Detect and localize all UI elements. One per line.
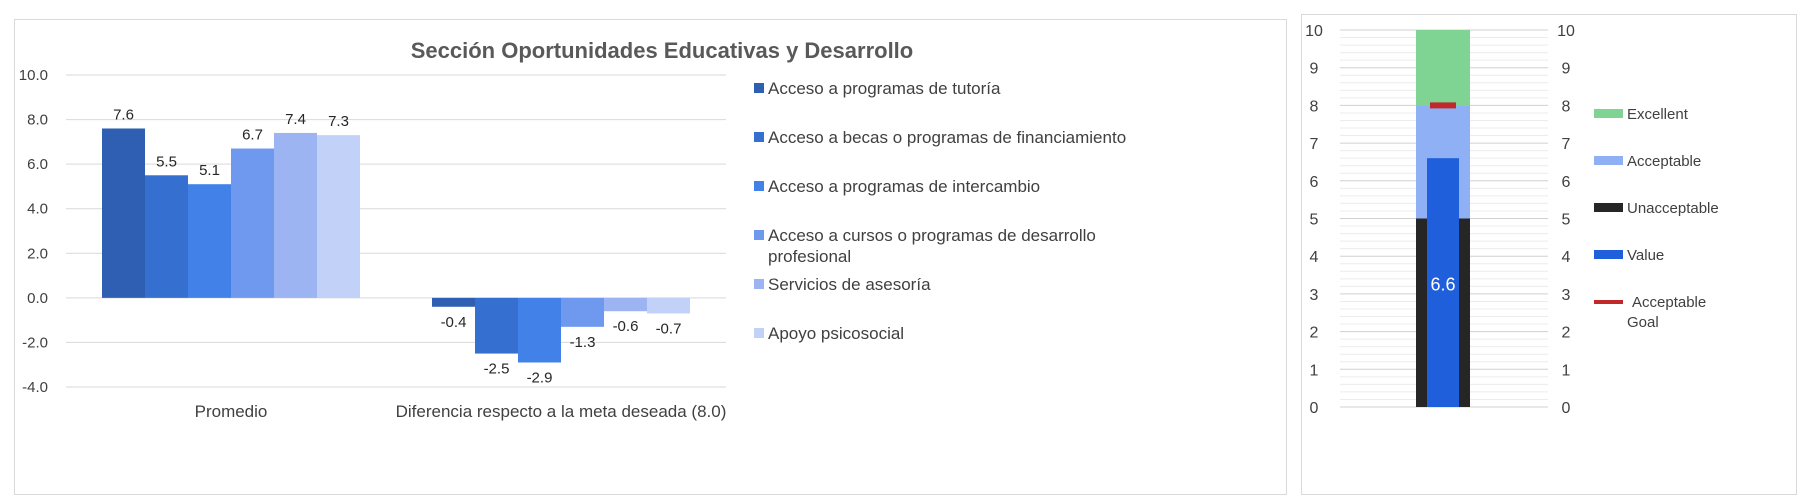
legend-swatch bbox=[754, 328, 764, 338]
y-tick-label-right: 1 bbox=[1562, 362, 1571, 379]
y-tick-label: 0.0 bbox=[27, 290, 48, 307]
legend-swatch bbox=[754, 279, 764, 289]
goal-marker bbox=[1430, 102, 1456, 109]
data-label: 7.6 bbox=[113, 106, 134, 123]
bullet-legend: Excellent Acceptable Unacceptable Value Acce… bbox=[1594, 106, 1719, 331]
y-tick-label-left: 4 bbox=[1310, 249, 1319, 266]
legend-label: Excellent bbox=[1627, 106, 1689, 123]
bar bbox=[432, 297, 475, 307]
y-tick-label-left: 1 bbox=[1310, 362, 1319, 379]
main-bars bbox=[102, 128, 690, 363]
main-y-axis: -4.0 -2.0 0.0 2.0 4.0 6.0 8.0 10.0 bbox=[19, 67, 48, 396]
data-label: -0.7 bbox=[656, 320, 682, 337]
legend-swatch bbox=[754, 230, 764, 240]
x-category-label: Promedio bbox=[195, 402, 268, 421]
main-chart-panel: Sección Oportunidades Educativas y Desar… bbox=[14, 19, 1287, 495]
legend-swatch bbox=[1594, 250, 1623, 259]
legend-swatch bbox=[754, 181, 764, 191]
legend-swatch bbox=[1594, 156, 1623, 165]
legend-label: Acceptable bbox=[1627, 153, 1701, 170]
bar bbox=[604, 297, 647, 312]
legend-swatch bbox=[1594, 109, 1623, 118]
y-tick-label-right: 3 bbox=[1562, 287, 1571, 304]
y-tick-label: -2.0 bbox=[22, 334, 48, 351]
bar bbox=[274, 132, 317, 298]
chart-title: Sección Oportunidades Educativas y Desar… bbox=[411, 38, 914, 63]
y-tick-label-left: 5 bbox=[1310, 212, 1319, 229]
data-label: -2.5 bbox=[484, 361, 510, 378]
legend-label: Acceptable bbox=[1632, 294, 1706, 311]
data-label: 6.7 bbox=[242, 127, 263, 144]
bar bbox=[188, 184, 231, 298]
y-tick-label-right: 5 bbox=[1562, 212, 1571, 229]
legend-label: Acceso a becas o programas de financiami… bbox=[768, 128, 1126, 147]
legend-label: Acceso a cursos o programas de desarroll… bbox=[768, 226, 1096, 245]
y-tick-label-left: 6 bbox=[1310, 174, 1319, 191]
data-label: 7.4 bbox=[285, 111, 306, 128]
x-category-label: Diferencia respecto a la meta deseada (8… bbox=[396, 402, 727, 421]
bar bbox=[518, 297, 561, 363]
y-tick-label-right: 4 bbox=[1562, 249, 1571, 266]
y-tick-label: -4.0 bbox=[22, 379, 48, 396]
y-tick-label-left: 2 bbox=[1310, 325, 1319, 342]
y-tick-label-left: 7 bbox=[1310, 136, 1319, 153]
legend-label: Value bbox=[1627, 247, 1664, 264]
y-tick-label-left: 3 bbox=[1310, 287, 1319, 304]
y-tick-label-right: 2 bbox=[1562, 325, 1571, 342]
main-chart-svg: Sección Oportunidades Educativas y Desar… bbox=[19, 38, 1126, 421]
bar bbox=[231, 148, 274, 298]
y-tick-label: 8.0 bbox=[27, 112, 48, 129]
y-tick-label: 2.0 bbox=[27, 245, 48, 262]
bar bbox=[317, 135, 360, 298]
bullet-bars: 6.6 bbox=[1416, 30, 1470, 407]
main-x-axis: Promedio Diferencia respecto a la meta de… bbox=[195, 402, 727, 421]
bullet-chart-svg: 6.6 0 0 1 1 2 2 3 3 4 4 5 5 6 6 7 7 8 8 9 9 10 10 Excellent Ac… bbox=[1305, 23, 1719, 417]
y-tick-label-left: 9 bbox=[1310, 61, 1319, 78]
bar bbox=[475, 297, 518, 354]
y-tick-label-left: 10 bbox=[1305, 23, 1323, 40]
legend-label: Servicios de asesoría bbox=[768, 275, 931, 294]
bar bbox=[561, 297, 604, 327]
value-label: 6.6 bbox=[1430, 274, 1455, 294]
legend-label: Acceso a programas de tutoría bbox=[768, 79, 1001, 98]
y-tick-label-right: 8 bbox=[1562, 98, 1571, 115]
data-label: -2.9 bbox=[527, 369, 553, 386]
legend-label: profesional bbox=[768, 247, 851, 266]
bullet-chart-panel: 6.6 0 0 1 1 2 2 3 3 4 4 5 5 6 6 7 7 8 8 9 9 10 10 Excellent Ac… bbox=[1301, 14, 1797, 495]
band-excellent bbox=[1416, 30, 1470, 106]
y-tick-label: 10.0 bbox=[19, 67, 48, 84]
legend-swatch bbox=[754, 132, 764, 142]
legend-swatch bbox=[1594, 203, 1623, 212]
y-tick-label-right: 7 bbox=[1562, 136, 1571, 153]
y-tick-label-left: 8 bbox=[1310, 98, 1319, 115]
y-tick-label-right: 6 bbox=[1562, 174, 1571, 191]
data-label: 5.5 bbox=[156, 153, 177, 170]
data-label: 5.1 bbox=[199, 162, 220, 179]
legend-label: Unacceptable bbox=[1627, 200, 1719, 217]
bar bbox=[102, 128, 145, 298]
main-legend: Acceso a programas de tutoría Acceso a be… bbox=[754, 79, 1126, 343]
bar bbox=[145, 175, 188, 298]
data-label: -0.4 bbox=[441, 314, 467, 331]
legend-swatch bbox=[754, 83, 764, 93]
bar bbox=[647, 297, 690, 314]
y-tick-label-right: 0 bbox=[1562, 400, 1571, 417]
data-label: 7.3 bbox=[328, 113, 349, 130]
y-tick-label-right: 10 bbox=[1557, 23, 1575, 40]
y-tick-label-left: 0 bbox=[1310, 400, 1319, 417]
y-tick-label: 6.0 bbox=[27, 156, 48, 173]
data-label: -1.3 bbox=[570, 334, 596, 351]
y-tick-label: 4.0 bbox=[27, 201, 48, 218]
legend-label: Apoyo psicosocial bbox=[768, 324, 904, 343]
legend-label: Goal bbox=[1627, 314, 1659, 331]
legend-label: Acceso a programas de intercambio bbox=[768, 177, 1040, 196]
data-label: -0.6 bbox=[613, 318, 639, 335]
y-tick-label-right: 9 bbox=[1562, 61, 1571, 78]
